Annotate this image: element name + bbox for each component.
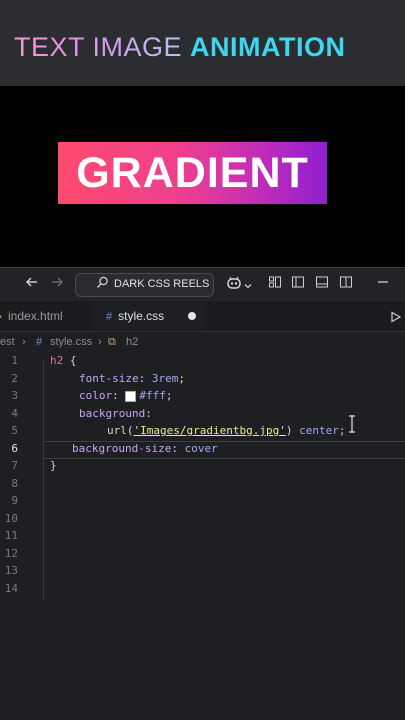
line-number: 5 — [11, 424, 18, 437]
line-number: 11 — [4, 529, 18, 542]
text-cursor-icon — [347, 415, 357, 437]
code-line-3: color: #fff; — [79, 389, 173, 402]
color-swatch[interactable] — [125, 390, 137, 402]
line-number: 6 — [11, 442, 18, 455]
gradient-heading-box: GRADIENT — [58, 142, 327, 204]
back-arrow-icon[interactable] — [25, 275, 39, 295]
unsaved-dot-icon[interactable] — [188, 312, 196, 320]
code-line-2: font-size: 3rem; — [79, 372, 185, 385]
open-brace: { — [63, 354, 77, 367]
line-number: 2 — [11, 372, 18, 385]
code-line-1: h2 { — [50, 354, 77, 367]
run-icon[interactable] — [390, 310, 402, 328]
breadcrumb-symbol[interactable]: h2 — [126, 333, 138, 351]
line-number: 14 — [4, 582, 18, 595]
css-property: font-size — [79, 372, 139, 385]
forward-arrow-icon[interactable] — [50, 275, 64, 295]
css-function: url( — [107, 424, 134, 437]
copilot-icon[interactable] — [226, 275, 242, 297]
chevron-right-icon: › — [22, 336, 26, 348]
css-value: center — [299, 424, 339, 437]
title-banner: TEXT IMAGE ANIMATION — [0, 0, 405, 86]
chevron-down-icon[interactable] — [243, 277, 253, 297]
css-value: cover — [184, 442, 218, 455]
line-number: 10 — [4, 512, 18, 525]
banner-title-gradient-part: TEXT IMAGE — [14, 32, 191, 62]
line-number: 3 — [11, 389, 18, 402]
search-icon — [96, 276, 109, 292]
tab-style-css[interactable]: # style.css — [92, 301, 206, 331]
html-file-icon: › — [0, 309, 2, 323]
breadcrumb-folder[interactable]: est — [0, 333, 15, 351]
chevron-right-icon: › — [98, 336, 102, 348]
line-number: 4 — [11, 407, 18, 420]
css-value: #fff — [139, 389, 166, 402]
code-line-7: } — [50, 459, 57, 472]
line-number: 1 — [11, 354, 18, 367]
command-center-search[interactable]: DARK CSS REELS — [75, 273, 214, 297]
css-selector: h2 — [50, 354, 64, 367]
code-line-5: url('Images/gradientbg.jpg') center; — [107, 424, 346, 437]
css-string: 'Images/gradientbg.jpg' — [133, 424, 286, 437]
line-number: 9 — [11, 494, 18, 507]
search-text: DARK CSS REELS — [114, 278, 210, 290]
editor-tabs: › index.html # style.css — [0, 301, 405, 332]
layout-icon[interactable] — [268, 275, 282, 295]
gradient-heading-text: GRADIENT — [76, 149, 309, 197]
code-line-4: background: — [79, 407, 152, 420]
css-value: 3rem — [151, 372, 179, 385]
panel-bottom-icon[interactable] — [315, 275, 329, 295]
sidebar-right-icon[interactable] — [339, 275, 353, 295]
line-number: 7 — [11, 459, 18, 472]
breadcrumb: est › # style.css › ⧉ h2 — [0, 333, 405, 351]
css-file-icon: # — [36, 336, 43, 348]
tab-label: index.html — [8, 309, 63, 323]
css-property: background-size — [72, 442, 172, 455]
line-number: 8 — [11, 477, 18, 490]
tab-index-html[interactable]: › index.html — [0, 301, 92, 331]
tab-label: style.css — [118, 309, 165, 323]
close-brace: } — [50, 459, 57, 472]
sidebar-left-icon[interactable] — [291, 275, 305, 295]
editor-toolbar: DARK CSS REELS — [0, 267, 405, 302]
minimize-icon[interactable] — [377, 275, 389, 295]
banner-title-accent-part: ANIMATION — [190, 32, 346, 62]
code-editor[interactable]: 1 2 3 4 5 6 7 8 9 10 11 12 13 14 h2 { fo… — [0, 352, 405, 612]
code-line-6: background-size: cover — [72, 442, 218, 455]
css-property: color — [79, 389, 113, 402]
css-file-icon: # — [106, 311, 113, 323]
symbol-icon: ⧉ — [108, 336, 116, 348]
banner-title: TEXT IMAGE ANIMATION — [14, 32, 346, 63]
css-property: background — [79, 407, 146, 420]
breadcrumb-file[interactable]: style.css — [50, 333, 92, 351]
preview-pane: GRADIENT — [0, 86, 405, 267]
line-number: 13 — [4, 564, 18, 577]
line-number: 12 — [4, 547, 18, 560]
